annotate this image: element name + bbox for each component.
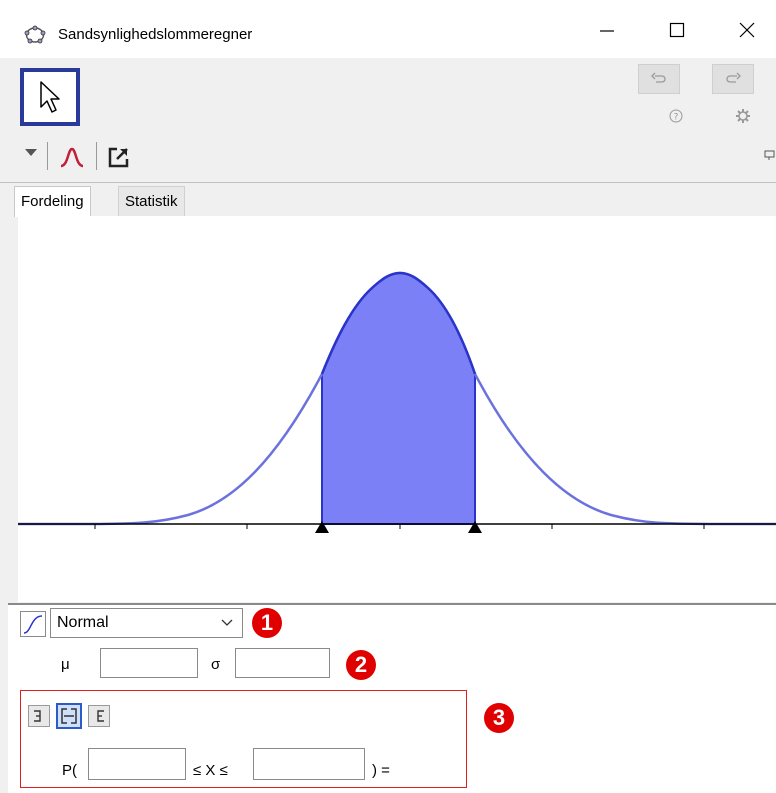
- minimize-icon: [600, 30, 614, 32]
- sigma-input[interactable]: [235, 648, 330, 678]
- view-menu-button[interactable]: [24, 145, 38, 156]
- shaded-probability-region: [321, 271, 476, 525]
- export-icon: [108, 147, 129, 168]
- interval-icon: [61, 708, 77, 724]
- maximize-icon: [669, 22, 685, 38]
- interval-button[interactable]: [56, 703, 82, 729]
- right-sided-button[interactable]: [88, 705, 110, 727]
- graph-view-button[interactable]: [58, 144, 86, 170]
- right-sided-icon: [97, 710, 104, 722]
- triangle-down-icon: [25, 149, 37, 156]
- redo-icon: [726, 72, 741, 83]
- mu-label: μ: [61, 656, 70, 673]
- sigma-label: σ: [211, 656, 221, 673]
- maximize-button[interactable]: [652, 10, 702, 50]
- probability-suffix: ) =: [372, 762, 390, 779]
- svg-text:?: ?: [674, 113, 679, 123]
- annotation-badge-1: 1: [252, 608, 282, 638]
- cursor-arrow-icon: [40, 81, 60, 113]
- undo-button[interactable]: [638, 64, 680, 94]
- chevron-down-icon: [221, 619, 233, 626]
- help-icon: ?: [669, 109, 683, 123]
- gear-icon: [736, 109, 750, 123]
- distribution-plot[interactable]: [18, 216, 776, 602]
- probability-middle: ≤ X ≤: [193, 762, 228, 779]
- annotation-badge-2: 2: [346, 650, 376, 680]
- distribution-selected: Normal: [57, 614, 109, 631]
- distribution-select[interactable]: Normal: [50, 608, 243, 638]
- upper-bound-input[interactable]: [253, 748, 365, 780]
- left-sided-button[interactable]: [28, 705, 50, 727]
- move-tool-button[interactable]: [20, 68, 80, 126]
- close-icon: [739, 22, 755, 38]
- help-button[interactable]: ?: [668, 108, 684, 124]
- redo-button[interactable]: [712, 64, 754, 94]
- undo-icon: [651, 72, 666, 83]
- divider: [47, 142, 48, 170]
- tab-fordeling[interactable]: Fordeling: [14, 186, 91, 217]
- probability-prefix: P(: [62, 762, 77, 779]
- style-bar-icon: [764, 150, 775, 160]
- normal-curve-icon: [60, 147, 84, 168]
- close-button[interactable]: [722, 10, 772, 50]
- minimize-button[interactable]: [582, 10, 632, 50]
- settings-button[interactable]: [735, 108, 751, 124]
- cumulative-icon: [23, 615, 43, 634]
- lower-bound-input[interactable]: [88, 748, 186, 780]
- export-button[interactable]: [106, 144, 132, 170]
- style-bar-toggle[interactable]: [764, 148, 776, 160]
- mu-input[interactable]: [100, 648, 198, 678]
- divider: [96, 142, 97, 170]
- tab-statistik[interactable]: Statistik: [118, 186, 185, 218]
- cumulative-toggle[interactable]: [20, 611, 46, 637]
- window-title: Sandsynlighedslommeregner: [58, 26, 253, 43]
- left-sided-icon: [34, 710, 41, 722]
- geogebra-icon: [24, 24, 46, 46]
- annotation-badge-3: 3: [484, 703, 514, 733]
